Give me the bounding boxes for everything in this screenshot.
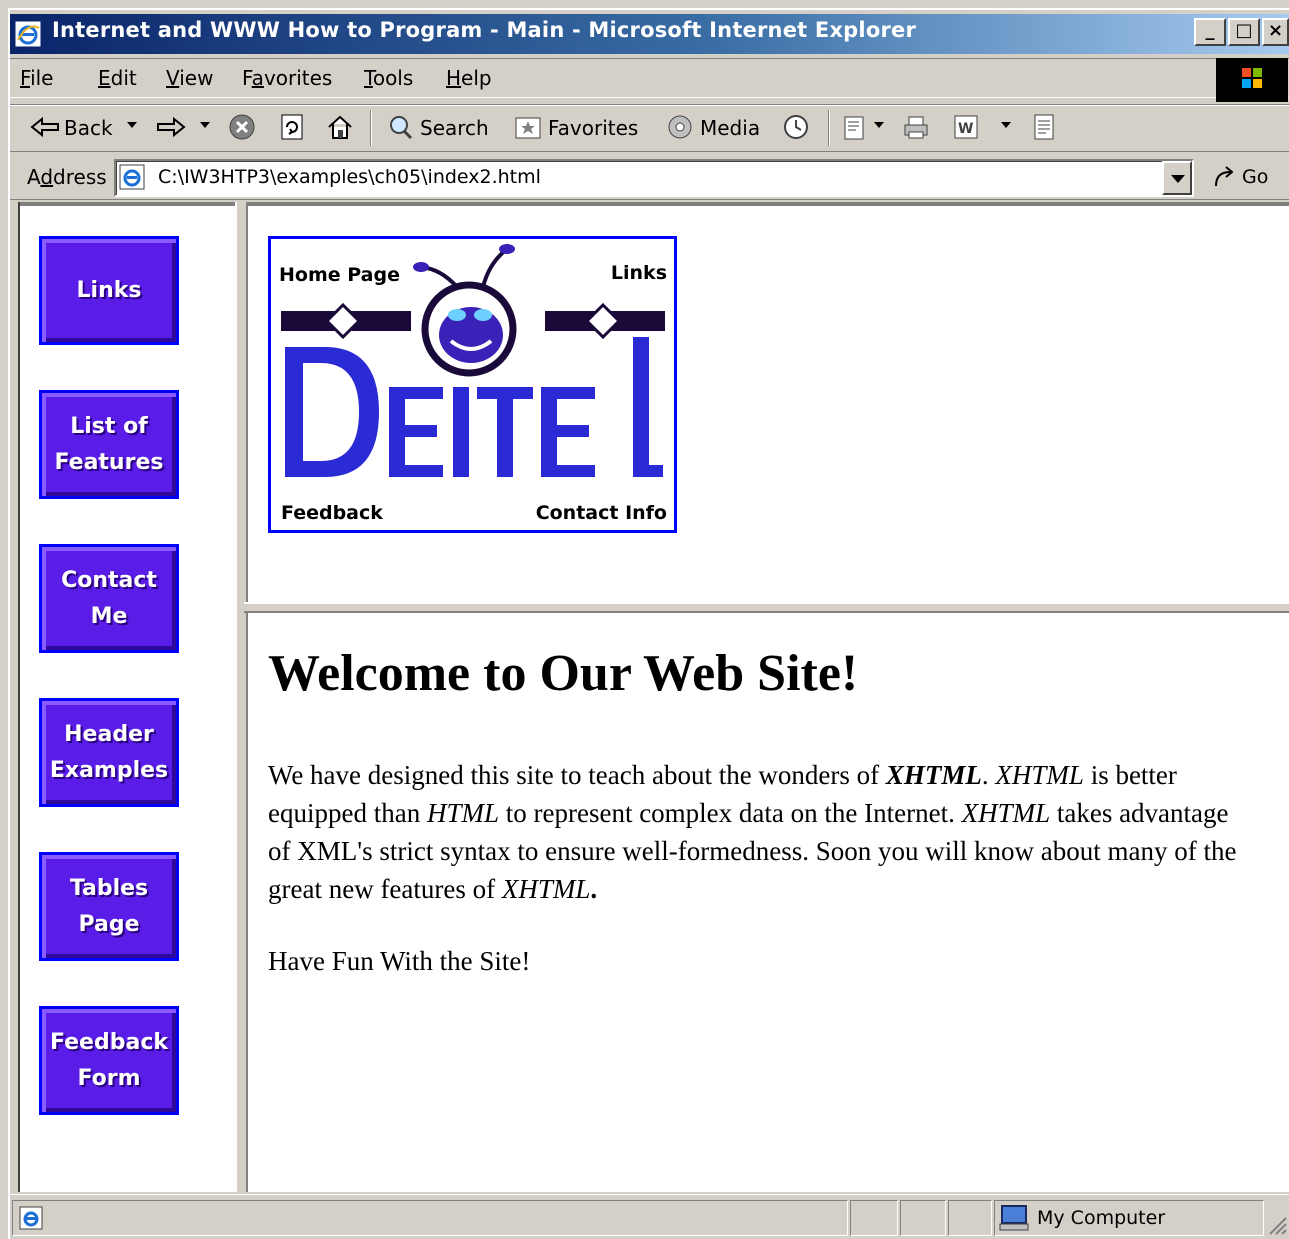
discuss-icon[interactable] — [1030, 112, 1058, 142]
logo-links-label[interactable]: Links — [611, 262, 667, 284]
menu-help[interactable]: Help — [446, 66, 492, 90]
deitel-logo-imagemap[interactable]: Home Page Links Feedback Contact Info — [268, 236, 677, 533]
address-label-pre: A — [27, 165, 41, 189]
menu-view-label: iew — [179, 66, 214, 90]
status-text-panel — [12, 1200, 848, 1236]
favorites-star-icon[interactable] — [514, 112, 542, 142]
menu-tools-label: ools — [372, 66, 414, 90]
mail-dropdown-icon[interactable] — [874, 122, 884, 128]
menu-view[interactable]: View — [166, 66, 213, 90]
stop-icon[interactable] — [228, 112, 256, 142]
nav-tables-page-button[interactable]: Tables Page — [39, 852, 179, 961]
intro-text: . — [590, 874, 598, 904]
page-icon — [119, 164, 145, 190]
maximize-button[interactable]: □ — [1228, 18, 1260, 46]
intro-emphasis: XHTML — [501, 874, 591, 904]
vertical-frame-splitter[interactable] — [235, 202, 248, 1192]
intro-emphasis: HTML — [426, 798, 499, 828]
status-panel — [948, 1200, 992, 1236]
menu-help-label: elp — [461, 66, 492, 90]
menu-tools-accel: T — [364, 66, 373, 90]
menu-file[interactable]: File — [20, 66, 53, 90]
address-label: Address — [27, 165, 107, 189]
edit-dropdown-icon[interactable] — [1001, 122, 1011, 128]
go-arrow-icon[interactable] — [1212, 164, 1238, 192]
address-label-rest: dress — [53, 165, 107, 189]
close-button[interactable]: × — [1262, 18, 1289, 46]
menu-file-accel: F — [20, 66, 31, 90]
nav-links-button[interactable]: Links — [39, 236, 179, 345]
address-label-accel: d — [40, 165, 54, 189]
nav-feedback-form-button[interactable]: Feedback Form — [39, 1006, 179, 1115]
mail-icon[interactable] — [842, 112, 870, 142]
menu-file-label: ile — [30, 66, 54, 90]
go-button[interactable]: Go — [1242, 166, 1268, 188]
my-computer-icon — [999, 1205, 1029, 1231]
menu-help-accel: H — [446, 66, 462, 90]
refresh-icon[interactable] — [278, 112, 306, 142]
back-dropdown-icon[interactable] — [127, 122, 137, 128]
horizontal-frame-splitter[interactable] — [244, 602, 1289, 613]
resize-grip-icon[interactable] — [1264, 1212, 1288, 1236]
favorites-button[interactable]: Favorites — [548, 116, 638, 140]
menu-edit-accel: E — [98, 66, 111, 90]
status-panel — [850, 1200, 898, 1236]
menu-edit-label: dit — [110, 66, 137, 90]
print-icon[interactable] — [902, 112, 930, 142]
media-button[interactable]: Media — [700, 116, 760, 140]
intro-text: to represent complex data on the Interne… — [499, 798, 962, 828]
intro-paragraph: We have designed this site to teach abou… — [268, 756, 1253, 908]
status-panel — [900, 1200, 946, 1236]
menu-favorites[interactable]: Favorites — [242, 66, 332, 90]
history-icon[interactable] — [782, 112, 810, 142]
forward-arrow-icon[interactable] — [156, 116, 186, 138]
intro-emphasis: XHTML — [961, 798, 1051, 828]
nav-list-of-features-button[interactable]: List of Features — [39, 390, 179, 499]
minimize-button[interactable]: _ — [1194, 18, 1226, 46]
menu-favorites-pre: F — [242, 66, 252, 90]
page-heading: Welcome to Our Web Site! — [268, 645, 859, 702]
intro-text: . — [981, 760, 996, 790]
address-value[interactable]: C:\IW3HTP3\examples\ch05\index2.html — [158, 166, 541, 188]
toolbar-separator — [828, 110, 830, 146]
forward-dropdown-icon[interactable] — [200, 122, 210, 128]
toolbar-separator — [370, 110, 372, 146]
menu-favorites-accel: a — [251, 66, 264, 90]
nav-contact-me-button[interactable]: Contact Me — [39, 544, 179, 653]
media-icon[interactable] — [666, 112, 694, 142]
windows-throbber — [1216, 58, 1288, 102]
logo-feedback-label[interactable]: Feedback — [281, 502, 383, 524]
menu-edit[interactable]: Edit — [98, 66, 137, 90]
home-icon[interactable] — [326, 112, 354, 142]
menu-tools[interactable]: Tools — [364, 66, 413, 90]
svg-text:W: W — [958, 121, 973, 137]
logo-home-page-label[interactable]: Home Page — [279, 264, 400, 286]
logo-contact-info-label[interactable]: Contact Info — [536, 502, 667, 524]
back-arrow-icon[interactable] — [30, 116, 60, 138]
search-button[interactable]: Search — [420, 116, 489, 140]
intro-emphasis: XHTML — [885, 760, 982, 790]
search-icon[interactable] — [386, 112, 414, 142]
back-button[interactable]: Back — [64, 116, 113, 140]
deitel-logo: Home Page Links Feedback Contact Info — [279, 244, 667, 524]
intro-text: We have designed this site to teach abou… — [268, 760, 886, 790]
status-zone-label: My Computer — [1037, 1207, 1166, 1229]
standard-toolbar — [10, 104, 1289, 152]
ie-logo-icon — [14, 20, 42, 48]
frame-border-left — [10, 202, 20, 1192]
closing-paragraph: Have Fun With the Site! — [268, 946, 531, 976]
menu-view-accel: V — [166, 66, 180, 90]
address-dropdown-button[interactable] — [1162, 161, 1192, 195]
intro-emphasis: XHTML — [995, 760, 1084, 790]
edit-word-icon[interactable]: W — [952, 112, 980, 142]
window-title: Internet and WWW How to Program - Main -… — [52, 18, 916, 42]
windows-flag-icon — [1242, 68, 1262, 88]
menu-favorites-label: vorites — [263, 66, 333, 90]
nav-header-examples-button[interactable]: Header Examples — [39, 698, 179, 807]
